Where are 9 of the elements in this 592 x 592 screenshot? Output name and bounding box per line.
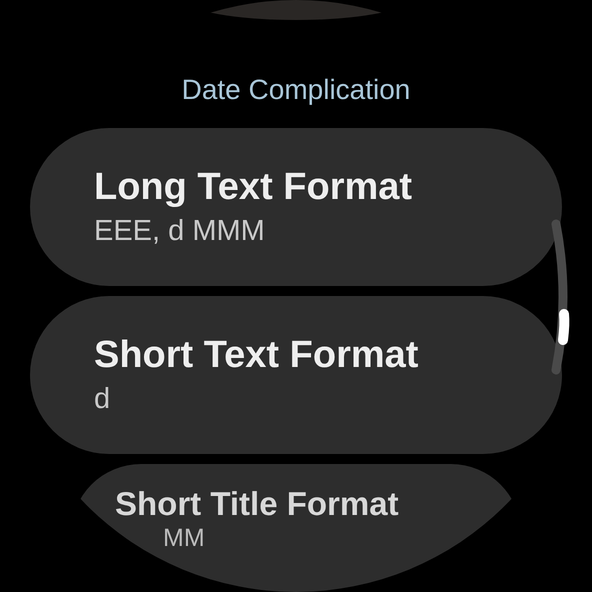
chip-title: Short Title Format xyxy=(115,484,399,524)
chip-value: d xyxy=(94,382,110,416)
screen-title: Date Complication xyxy=(182,73,410,107)
settings-chip[interactable]: Short Text Format d xyxy=(30,296,562,454)
settings-chip[interactable]: Long Text Format EEE, d MMM xyxy=(30,128,562,286)
chip-title: Long Text Format xyxy=(94,165,412,210)
chip-value: MM xyxy=(163,524,205,552)
chip-value: EEE, d MMM xyxy=(94,214,265,248)
chip-title: Short Text Format xyxy=(94,333,418,378)
